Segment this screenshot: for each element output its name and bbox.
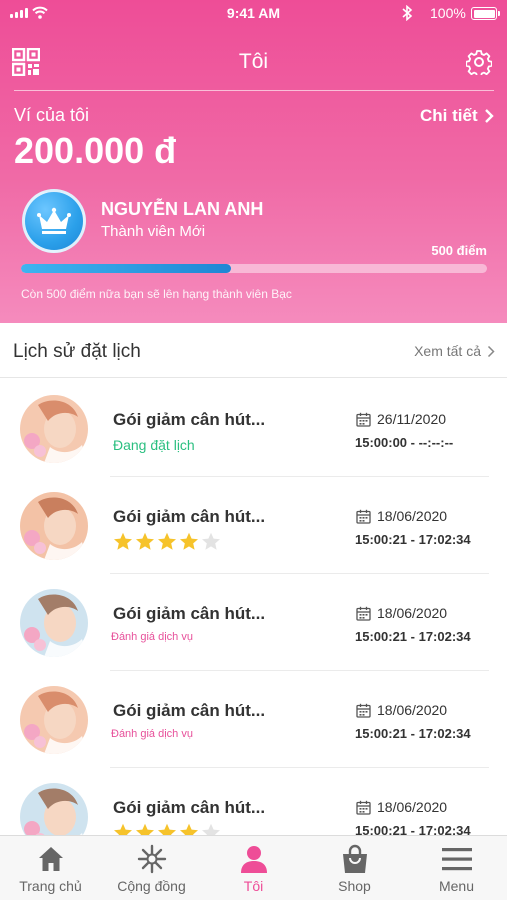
booking-time-range: 15:00:21 - 17:02:34 — [355, 532, 471, 547]
tab-community[interactable]: Cộng đồng — [101, 836, 202, 900]
tab-home-label: Trang chủ — [19, 878, 82, 894]
nav-bar: Tôi — [0, 40, 507, 84]
profile-icon — [240, 846, 267, 873]
calendar-icon — [356, 412, 371, 427]
star-icon — [180, 823, 198, 835]
star-icon — [158, 823, 176, 835]
rating-stars — [113, 823, 221, 835]
tab-profile[interactable]: Tôi — [203, 836, 304, 900]
wallet-detail-link[interactable]: Chi tiết — [420, 106, 494, 126]
battery-icon — [471, 7, 500, 20]
points-label: 500 điểm — [431, 243, 487, 258]
booking-date-text: 18/06/2020 — [377, 799, 448, 815]
booking-date: 18/06/2020 — [356, 605, 447, 621]
booking-history-header: Lịch sử đặt lịch Xem tất cả — [0, 323, 507, 378]
service-name: Gói giảm cân hút... — [113, 701, 266, 720]
shop-bag-icon — [342, 844, 367, 873]
profile-header: 9:41 AM 100% Tôi Ví của tôi Chi tiết 200… — [0, 0, 507, 323]
star-icon — [114, 823, 132, 835]
booking-date: 18/06/2020 — [356, 799, 447, 815]
gear-icon[interactable] — [466, 49, 492, 75]
see-all-link[interactable]: Xem tất cả — [414, 343, 495, 359]
points-progress-fill — [21, 264, 231, 273]
calendar-icon — [356, 703, 371, 718]
bottom-tab-bar: Trang chủ Cộng đồng Tôi Shop Menu — [0, 835, 507, 900]
chevron-right-icon — [484, 109, 494, 123]
service-thumbnail — [20, 492, 88, 560]
star-icon — [136, 823, 154, 835]
tab-menu-label: Menu — [438, 878, 475, 894]
member-avatar — [22, 189, 86, 253]
booking-time-range: 15:00:21 - 17:02:34 — [355, 629, 471, 644]
tab-community-label: Cộng đồng — [117, 878, 186, 894]
battery-percent: 100% — [430, 5, 466, 21]
tab-profile-label: Tôi — [243, 878, 264, 894]
menu-icon — [441, 848, 472, 871]
service-thumbnail — [20, 783, 88, 835]
service-thumbnail — [20, 686, 88, 754]
booking-time-range: 15:00:00 - --:--:-- — [355, 435, 454, 450]
header-divider — [14, 90, 494, 91]
booking-time-range: 15:00:21 - 17:02:34 — [355, 823, 471, 835]
booking-date-text: 18/06/2020 — [377, 508, 448, 524]
status-bar: 9:41 AM 100% — [0, 0, 507, 28]
booking-row[interactable]: Gói giảm cân hút... 18/06/2020 15:00:21 - … — [0, 477, 507, 574]
booking-date-text: 18/06/2020 — [377, 702, 448, 718]
wallet-label: Ví của tôi — [14, 105, 90, 125]
crown-icon — [37, 207, 71, 234]
star-icon — [180, 532, 198, 550]
tab-menu[interactable]: Menu — [406, 836, 507, 900]
star-icon — [202, 823, 220, 835]
booking-date-text: 26/11/2020 — [377, 411, 447, 427]
star-icon — [114, 532, 132, 550]
tab-shop[interactable]: Shop — [304, 836, 405, 900]
tab-shop-label: Shop — [338, 878, 371, 894]
review-service-link[interactable]: Đánh giá dịch vụ — [111, 728, 193, 740]
chevron-right-icon — [487, 345, 495, 357]
star-icon — [202, 532, 220, 550]
service-thumbnail — [20, 395, 88, 463]
rating-stars — [113, 532, 221, 551]
booking-date: 26/11/2020 — [356, 411, 446, 427]
page-title: Tôi — [238, 50, 269, 73]
service-thumbnail — [20, 589, 88, 657]
wallet-detail-label: Chi tiết — [420, 106, 478, 125]
booking-row[interactable]: Gói giảm cân hút... Đánh giá dịch vụ 18/06… — [0, 671, 507, 768]
see-all-label: Xem tất cả — [414, 343, 481, 359]
bluetooth-icon — [402, 5, 413, 21]
service-name: Gói giảm cân hút... — [113, 410, 266, 429]
booking-date: 18/06/2020 — [356, 508, 447, 524]
booking-row[interactable]: Gói giảm cân hút... Đánh giá dịch vụ 18/06… — [0, 574, 507, 671]
service-name: Gói giảm cân hút... — [113, 507, 266, 526]
booking-date-text: 18/06/2020 — [377, 605, 448, 621]
calendar-icon — [356, 800, 371, 815]
calendar-icon — [356, 509, 371, 524]
star-icon — [158, 532, 176, 550]
booking-status: Đang đặt lịch — [113, 437, 195, 453]
booking-history-list[interactable]: Gói giảm cân hút... Đang đặt lịch 26/11/20… — [0, 380, 507, 835]
section-title: Lịch sử đặt lịch — [13, 341, 141, 362]
member-name: NGUYỄN LAN ANH — [101, 199, 264, 219]
home-icon — [38, 847, 63, 871]
member-tier: Thành viên Mới — [101, 223, 206, 240]
service-name: Gói giảm cân hút... — [113, 798, 266, 817]
booking-row[interactable]: Gói giảm cân hút... Đang đặt lịch 26/11/20… — [0, 380, 507, 477]
tab-home[interactable]: Trang chủ — [0, 836, 101, 900]
star-icon — [136, 532, 154, 550]
booking-date: 18/06/2020 — [356, 702, 447, 718]
community-icon — [137, 844, 166, 874]
wallet-balance: 200.000 đ — [14, 130, 177, 171]
calendar-icon — [356, 606, 371, 621]
review-service-link[interactable]: Đánh giá dịch vụ — [111, 631, 193, 643]
service-name: Gói giảm cân hút... — [113, 604, 266, 623]
booking-time-range: 15:00:21 - 17:02:34 — [355, 726, 471, 741]
points-progress-bar — [21, 264, 487, 273]
booking-row[interactable]: Gói giảm cân hút... 18/06/2020 15:00:21 - … — [0, 768, 507, 835]
progress-note: Còn 500 điểm nữa bạn sẽ lên hạng thành v… — [21, 287, 292, 301]
